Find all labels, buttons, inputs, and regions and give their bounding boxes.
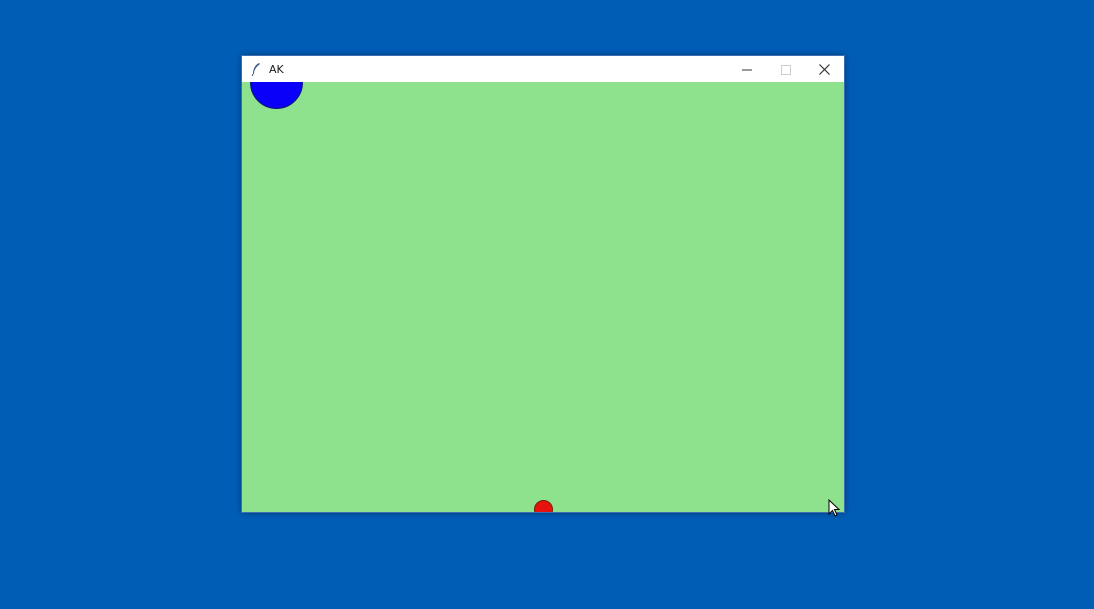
- minimize-icon: [741, 60, 752, 79]
- blue-ball: [250, 82, 303, 109]
- close-icon: [819, 60, 830, 79]
- window-title: AK: [269, 62, 284, 76]
- game-canvas[interactable]: [242, 82, 844, 512]
- red-ball: [534, 500, 553, 512]
- mouse-cursor-icon: [828, 498, 841, 517]
- app-window: AK: [241, 55, 845, 513]
- minimize-button[interactable]: [727, 56, 766, 82]
- maximize-button[interactable]: [766, 56, 805, 82]
- desktop: AK: [0, 0, 1094, 609]
- title-bar[interactable]: AK: [242, 56, 844, 82]
- window-controls: [727, 56, 844, 82]
- maximize-icon: [780, 60, 791, 79]
- close-button[interactable]: [805, 56, 844, 82]
- feather-icon: [250, 62, 262, 76]
